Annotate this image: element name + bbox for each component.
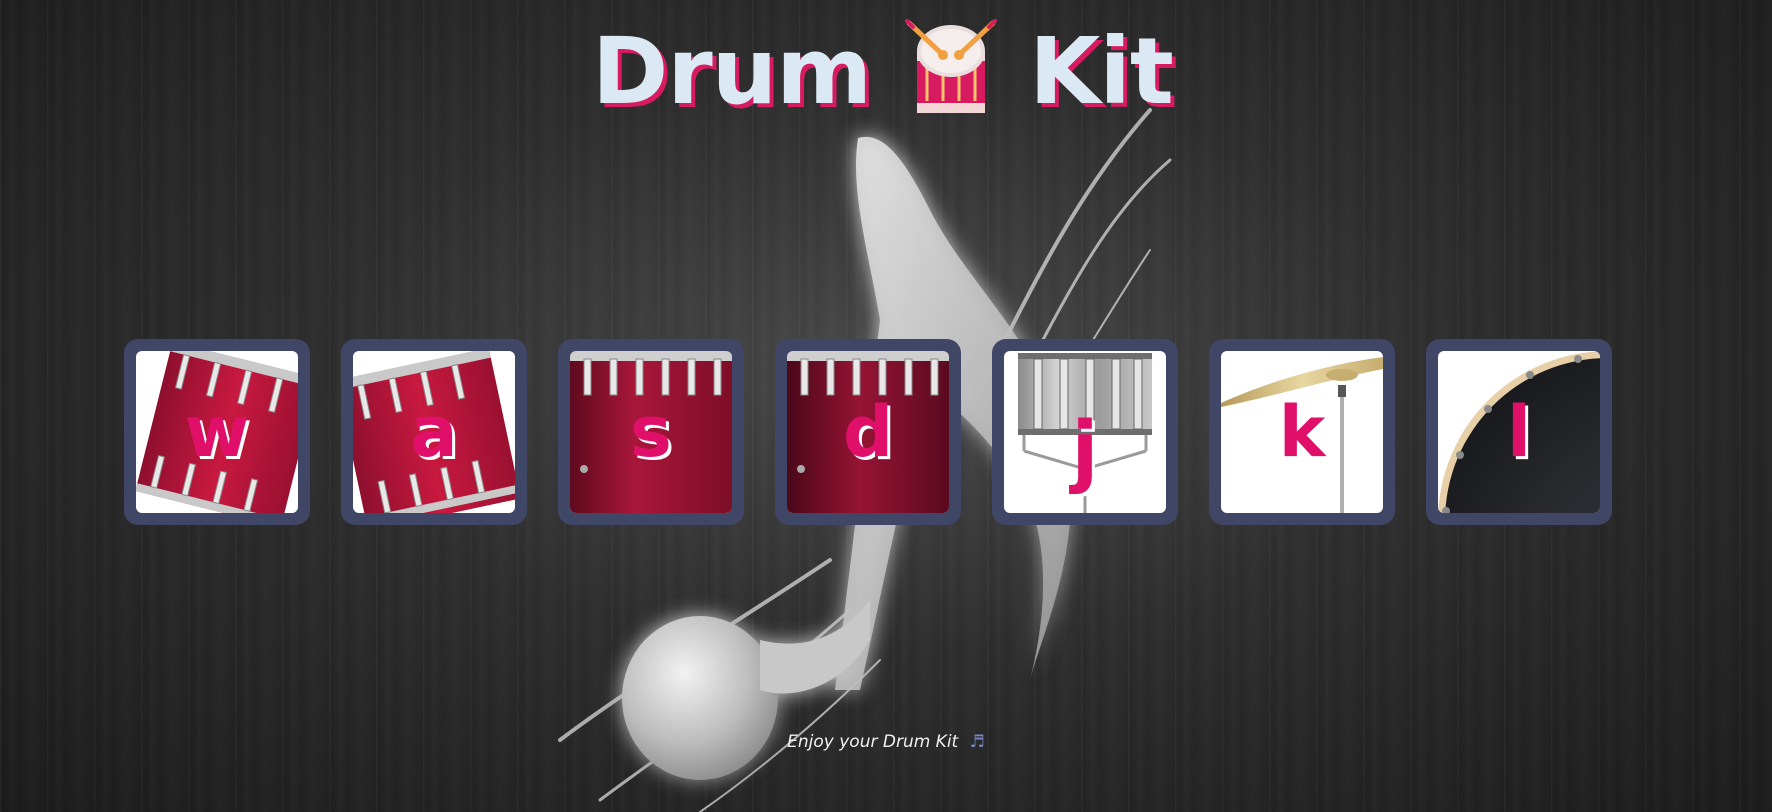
pad-image: w (136, 351, 298, 513)
pad-key-label: w (184, 391, 250, 473)
pad-image: s (570, 351, 732, 513)
music-note-icon: ♬ (969, 732, 985, 752)
drum-pad-k[interactable]: k (1209, 339, 1395, 525)
pad-key-label: a (410, 391, 458, 473)
drum-pad-s[interactable]: s (558, 339, 744, 525)
pad-key-label: d (842, 391, 894, 473)
drum-pad-j[interactable]: j (992, 339, 1178, 525)
footer: Enjoy your Drum Kit ♬ (0, 732, 1772, 752)
pad-image: a (353, 351, 515, 513)
title-word-drum: Drum (592, 17, 872, 125)
drum-pad-l[interactable]: l (1426, 339, 1612, 525)
pad-image: l (1438, 351, 1600, 513)
title-word-kit: Kit (1029, 17, 1174, 125)
pad-image: j (1004, 351, 1166, 513)
pad-image: d (787, 351, 949, 513)
drum-pad-d[interactable]: d (775, 339, 961, 525)
pad-image: k (1221, 351, 1383, 513)
footer-text: Enjoy your Drum Kit (787, 732, 959, 752)
drum-pad-w[interactable]: w (124, 339, 310, 525)
page-title: Drum Kit (580, 16, 1200, 126)
drum-with-sticks-icon (905, 19, 998, 113)
drum-pad-a[interactable]: a (341, 339, 527, 525)
pad-key-label: l (1507, 391, 1531, 473)
pad-key-label: k (1278, 391, 1326, 473)
pad-key-label: s (630, 391, 672, 473)
pad-key-label: j (1071, 406, 1099, 497)
